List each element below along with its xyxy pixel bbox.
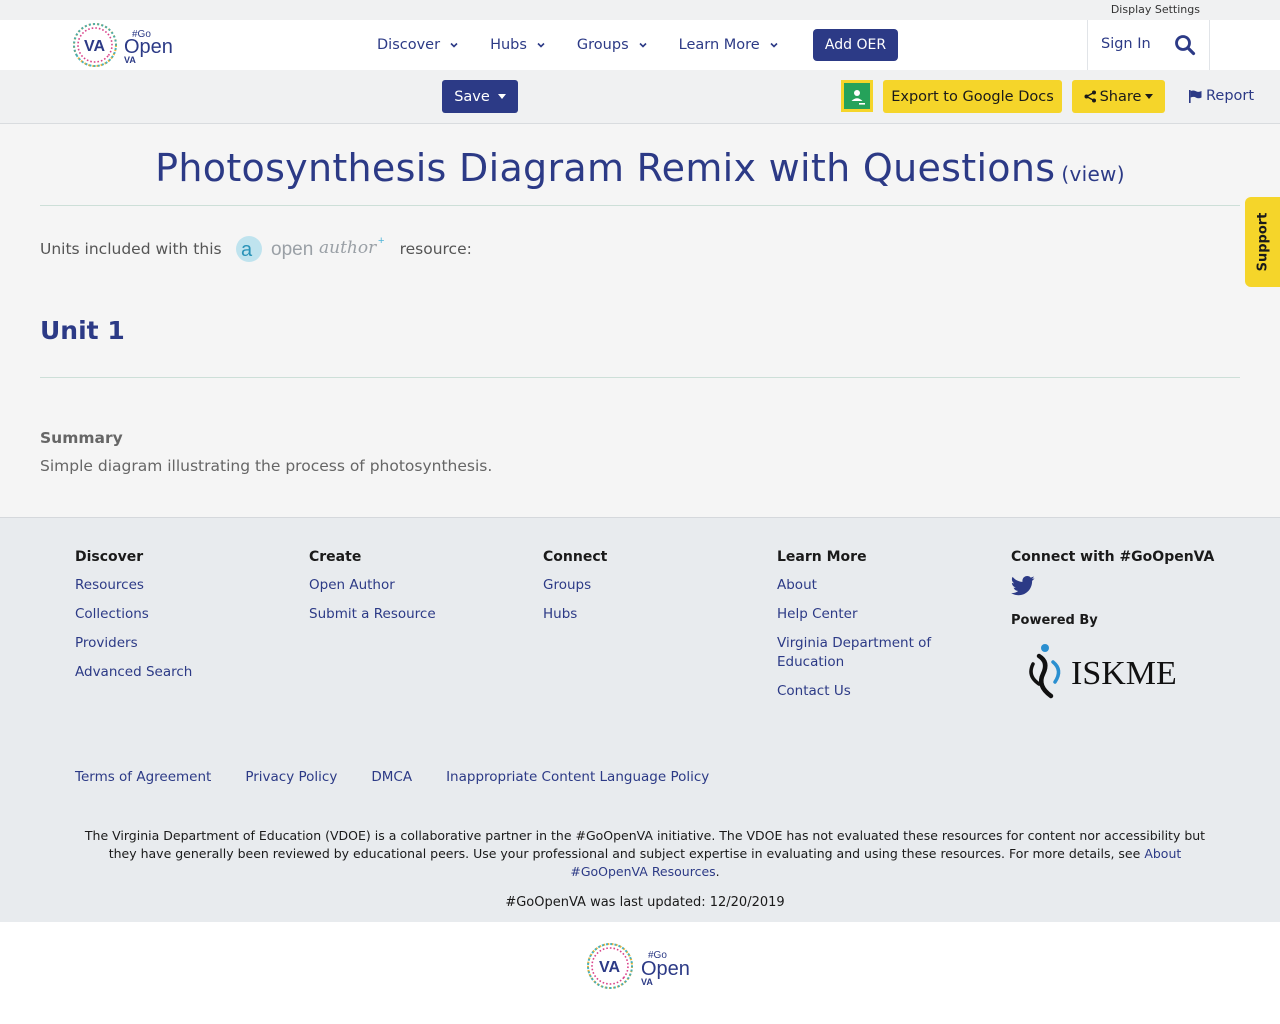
disclaimer-end: .	[715, 864, 720, 879]
content-policy-link[interactable]: Inappropriate Content Language Policy	[446, 769, 709, 785]
share-button[interactable]: Share	[1072, 80, 1165, 113]
footer-col-create: Create Open Author Submit a Resource	[309, 549, 436, 634]
site-header: VA #Go Open VA Discover Hubs Groups Lear…	[0, 20, 1280, 70]
units-prefix-text: Units included with this	[40, 240, 222, 258]
account-area: Sign In	[1087, 20, 1210, 70]
footer-link-submit-resource[interactable]: Submit a Resource	[309, 605, 436, 624]
share-button-label: Share	[1099, 88, 1142, 105]
nav-discover[interactable]: Discover	[377, 37, 458, 53]
nav-discover-label: Discover	[377, 37, 441, 53]
nav-groups-label: Groups	[576, 37, 629, 53]
unit-title[interactable]: Unit 1	[40, 316, 125, 345]
openauthor-logo: a open author +	[235, 235, 384, 262]
footer-col-connect: Connect Groups Hubs	[543, 549, 607, 634]
main-nav: Discover Hubs Groups Learn More	[377, 20, 810, 70]
terms-link[interactable]: Terms of Agreement	[75, 769, 211, 785]
footer-link-providers[interactable]: Providers	[75, 634, 192, 653]
summary-heading: Summary	[40, 429, 123, 447]
nav-learn-more-label: Learn More	[678, 37, 760, 53]
vdoe-disclaimer: The Virginia Department of Education (VD…	[70, 827, 1220, 881]
goopenva-footer-logo: VA #Go Open VA	[585, 940, 697, 992]
site-footer: Discover Resources Collections Providers…	[0, 517, 1280, 922]
footer-link-help-center[interactable]: Help Center	[777, 605, 947, 624]
iskme-logo-text: ISKME	[1071, 655, 1177, 692]
nav-learn-more[interactable]: Learn More	[679, 37, 778, 53]
footer-col-social: Connect with #GoOpenVA Powered By ISKME	[1011, 549, 1231, 706]
privacy-link[interactable]: Privacy Policy	[245, 769, 337, 785]
resource-toolbar: Save Export to Google Docs Share Report	[0, 70, 1280, 124]
logo-va-small-text: VA	[124, 55, 136, 65]
support-tab-label: Support	[1255, 212, 1270, 272]
footer-heading: Discover	[75, 549, 144, 565]
powered-by-label: Powered By	[1011, 613, 1098, 628]
bottom-bar: VA #Go Open VA	[0, 922, 1280, 1024]
summary-text: Simple diagram illustrating the process …	[40, 457, 493, 475]
share-icon	[1084, 90, 1096, 103]
footer-link-open-author[interactable]: Open Author	[309, 576, 436, 595]
save-button-label: Save	[454, 88, 490, 105]
report-link[interactable]: Report	[1188, 88, 1254, 104]
footer-logo-va-small-text: VA	[641, 977, 653, 987]
footer-link-contact-us[interactable]: Contact Us	[777, 682, 947, 701]
caret-down-icon	[497, 94, 506, 99]
divider	[40, 377, 1240, 378]
support-tab[interactable]: Support	[1245, 197, 1280, 287]
chevron-down-icon	[770, 42, 778, 48]
units-included-line: Units included with this a open author +…	[40, 235, 472, 262]
footer-heading: Create	[309, 549, 362, 565]
nav-hubs[interactable]: Hubs	[490, 37, 545, 53]
legal-links: Terms of Agreement Privacy Policy DMCA I…	[75, 769, 743, 785]
svg-text:+: +	[378, 235, 384, 247]
chevron-down-icon	[639, 42, 647, 48]
footer-link-resources[interactable]: Resources	[75, 576, 192, 595]
footer-link-hubs[interactable]: Hubs	[543, 605, 607, 624]
chevron-down-icon	[450, 42, 458, 48]
footer-link-vdoe[interactable]: Virginia Department of Education	[777, 634, 947, 672]
display-settings-link[interactable]: Display Settings	[1111, 3, 1200, 16]
add-oer-button[interactable]: Add OER	[813, 29, 898, 61]
footer-logo-va-text: VA	[599, 959, 620, 976]
nav-groups[interactable]: Groups	[577, 37, 647, 53]
openauthor-open-text: open	[271, 239, 313, 260]
export-google-docs-button[interactable]: Export to Google Docs	[883, 80, 1062, 113]
footer-heading: Learn More	[777, 549, 867, 565]
footer-col-learn-more: Learn More About Help Center Virginia De…	[777, 549, 947, 711]
twitter-icon[interactable]	[1011, 576, 1035, 596]
iskme-logo[interactable]: ISKME	[1025, 640, 1195, 702]
dmca-link[interactable]: DMCA	[371, 769, 412, 785]
footer-col-discover: Discover Resources Collections Providers…	[75, 549, 192, 692]
footer-link-about[interactable]: About	[777, 576, 947, 595]
page-title-text: Photosynthesis Diagram Remix with Questi…	[155, 146, 1056, 190]
footer-heading: Connect	[543, 549, 608, 565]
openauthor-author-text: author	[319, 238, 377, 258]
logo-va-text: VA	[84, 38, 105, 55]
chevron-down-icon	[537, 42, 545, 48]
footer-link-advanced-search[interactable]: Advanced Search	[75, 663, 192, 682]
flag-icon	[1189, 89, 1202, 103]
last-updated-text: #GoOpenVA was last updated: 12/20/2019	[505, 895, 785, 910]
google-classroom-icon[interactable]	[841, 80, 873, 112]
caret-down-icon	[1145, 94, 1154, 99]
units-suffix-text: resource:	[399, 240, 472, 258]
view-link[interactable]: (view)	[1061, 162, 1124, 186]
goopenva-logo[interactable]: VA #Go Open VA	[70, 20, 180, 70]
svg-text:a: a	[241, 239, 253, 261]
divider	[40, 205, 1240, 206]
footer-heading: Connect with #GoOpenVA	[1011, 549, 1215, 565]
footer-link-groups[interactable]: Groups	[543, 576, 607, 595]
save-button[interactable]: Save	[442, 80, 518, 113]
nav-hubs-label: Hubs	[490, 37, 527, 53]
footer-link-collections[interactable]: Collections	[75, 605, 192, 624]
utility-bar: Display Settings	[0, 0, 1280, 20]
disclaimer-text: The Virginia Department of Education (VD…	[84, 828, 1206, 861]
report-label: Report	[1206, 88, 1255, 104]
page-title: Photosynthesis Diagram Remix with Questi…	[0, 146, 1280, 190]
resource-main: Photosynthesis Diagram Remix with Questi…	[0, 124, 1280, 517]
search-icon[interactable]	[1174, 34, 1196, 56]
sign-in-link[interactable]: Sign In	[1101, 36, 1151, 52]
